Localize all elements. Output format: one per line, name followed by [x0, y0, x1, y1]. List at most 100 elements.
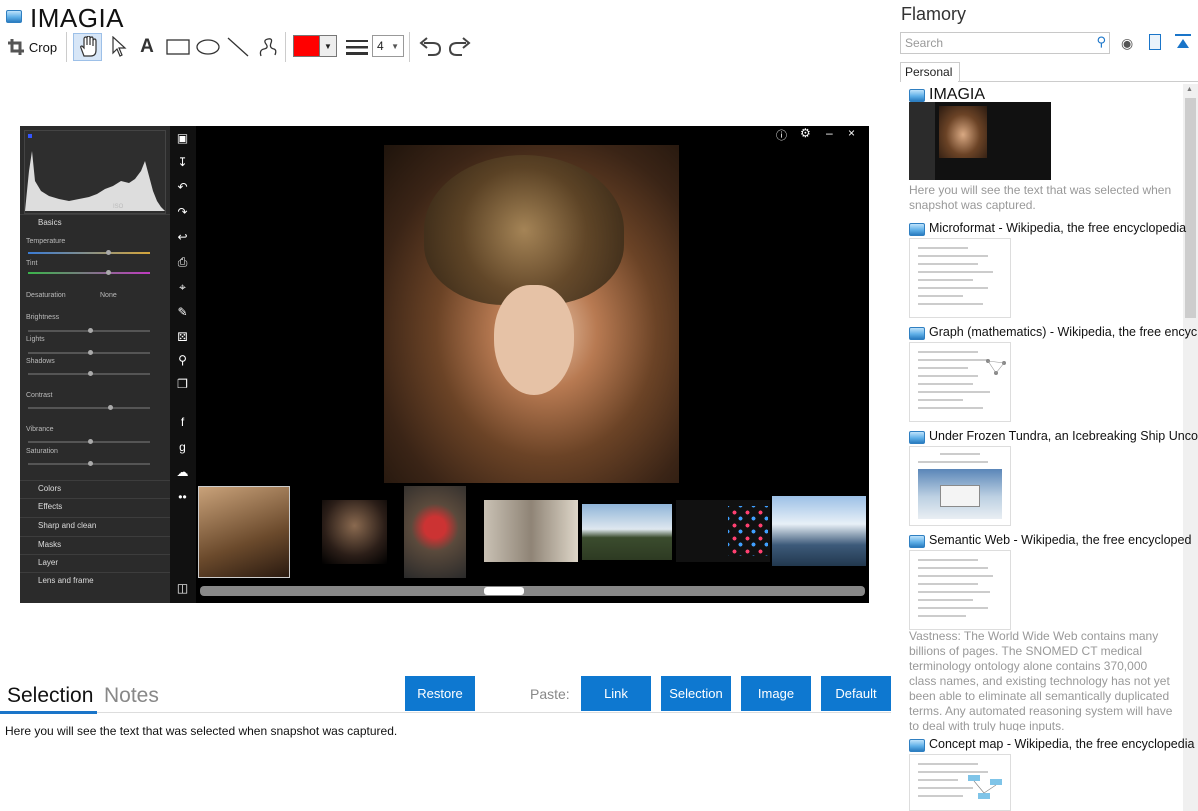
- color-swatch: [294, 36, 320, 56]
- undo-button[interactable]: [416, 33, 444, 61]
- tint-slider[interactable]: [28, 270, 150, 275]
- text-tool-button[interactable]: A: [134, 33, 160, 61]
- section-sharp-and-clean[interactable]: Sharp and clean: [20, 517, 170, 533]
- rectangle-tool-button[interactable]: [165, 33, 191, 61]
- line-width-value: 4: [377, 39, 384, 53]
- brightness-slider[interactable]: [28, 328, 150, 333]
- hand-tool-button[interactable]: [73, 33, 102, 61]
- document-icon[interactable]: [1149, 34, 1161, 50]
- entry-thumbnail: [909, 342, 1011, 422]
- chevron-down-icon: ▼: [391, 41, 399, 51]
- entry-caption: Here you will see the text that was sele…: [909, 183, 1172, 212]
- desaturation-value: None: [100, 292, 117, 299]
- gear-icon: ⚙: [800, 126, 811, 140]
- saturation-slider[interactable]: [28, 461, 150, 466]
- thumbnail[interactable]: [322, 500, 387, 564]
- thumbnail[interactable]: [582, 504, 672, 560]
- app-icon: [6, 10, 22, 23]
- scroll-up-icon[interactable]: ▲: [1186, 86, 1193, 93]
- concept-map-diagram: [968, 775, 1002, 799]
- layers-icon: ❐: [177, 377, 188, 391]
- section-colors[interactable]: Colors: [20, 480, 170, 496]
- temperature-label: Temperature: [26, 238, 66, 245]
- paste-link-button[interactable]: Link: [581, 676, 651, 711]
- crop-label: Crop: [28, 39, 58, 55]
- app-icon: [909, 431, 925, 444]
- section-lens-and-frame[interactable]: Lens and frame: [20, 572, 170, 588]
- paste-selection-button[interactable]: Selection: [661, 676, 731, 711]
- shadows-slider[interactable]: [28, 371, 150, 376]
- redo-icon: [448, 37, 471, 56]
- section-effects[interactable]: Effects: [20, 498, 170, 514]
- line-icon: [227, 37, 249, 57]
- app-icon: [909, 223, 925, 236]
- paste-image-button[interactable]: Image: [741, 676, 811, 711]
- freehand-tool-button[interactable]: [255, 33, 281, 61]
- ellipse-tool-button[interactable]: [195, 33, 221, 61]
- section-masks[interactable]: Masks: [20, 536, 170, 552]
- histogram-graph: [25, 134, 165, 211]
- crop-icon: ⌖: [179, 280, 186, 294]
- chevron-down-icon: ▼: [324, 41, 332, 51]
- undo-icon: [419, 37, 442, 56]
- app-icon: [909, 89, 925, 102]
- pointer-tool-button[interactable]: [106, 33, 132, 61]
- entry-caption: Vastness: The World Wide Web contains ma…: [909, 629, 1173, 731]
- thumbnail[interactable]: [404, 486, 466, 578]
- vibrance-slider[interactable]: [28, 439, 150, 444]
- entry-title: Concept map - Wikipedia, the free encycl…: [929, 737, 1195, 751]
- contrast-slider[interactable]: [28, 405, 150, 410]
- app-title: IMAGIA: [30, 3, 125, 33]
- paste-default-button[interactable]: Default: [821, 676, 891, 711]
- crop-button[interactable]: Crop: [6, 33, 58, 61]
- temperature-slider[interactable]: [28, 250, 150, 255]
- redo-button[interactable]: [446, 33, 474, 61]
- thumbnail-selected[interactable]: [198, 486, 290, 578]
- vertical-scrollbar[interactable]: ▲: [1183, 84, 1198, 811]
- shadows-label: Shadows: [26, 358, 55, 365]
- section-layer[interactable]: Layer: [20, 554, 170, 570]
- zoom-icon: ⚲: [178, 353, 187, 367]
- flickr-icon: ••: [178, 490, 187, 504]
- hand-icon: [79, 36, 97, 57]
- tab-divider: [958, 81, 1198, 82]
- line-width-icon: [346, 40, 368, 55]
- text-tool-glyph: A: [140, 36, 154, 57]
- print-icon: ⎙: [177, 255, 188, 269]
- line-width-select[interactable]: 4 ▼: [372, 35, 404, 57]
- cloud-icon: ☁: [176, 465, 189, 479]
- search-icon[interactable]: ⚲: [1096, 34, 1106, 50]
- restore-button[interactable]: Restore: [405, 676, 475, 711]
- ellipse-icon: [196, 39, 220, 55]
- thumbnail[interactable]: [676, 500, 770, 562]
- search-placeholder: Search: [905, 36, 944, 50]
- line-width-button[interactable]: [344, 33, 370, 61]
- thumbnail-scrollbar[interactable]: [200, 586, 865, 596]
- section-basics[interactable]: Basics: [20, 214, 170, 230]
- tab-underline: [0, 711, 97, 714]
- dice-icon: ⚄: [177, 330, 188, 344]
- collapse-icon[interactable]: [1175, 34, 1191, 50]
- histogram-label: ISO: [113, 204, 124, 210]
- tab-selection[interactable]: Selection: [7, 684, 93, 708]
- tab-personal[interactable]: Personal: [900, 62, 960, 82]
- adjustments-panel: ISO Basics Temperature Tint Desaturation…: [20, 126, 170, 603]
- selected-text: Here you will see the text that was sele…: [5, 724, 398, 738]
- line-tool-button[interactable]: [225, 33, 251, 61]
- thumbnail[interactable]: [772, 496, 866, 566]
- app-icon: [909, 535, 925, 548]
- camera-icon[interactable]: ◉: [1121, 35, 1133, 52]
- close-icon: ×: [848, 126, 856, 140]
- entry-title: Graph (mathematics) - Wikipedia, the fre…: [929, 325, 1198, 339]
- lights-slider[interactable]: [28, 350, 150, 355]
- undo-icon: ↩: [177, 230, 188, 244]
- search-input[interactable]: Search ⚲: [900, 32, 1110, 54]
- scrollbar-thumb[interactable]: [484, 587, 524, 595]
- scrollbar-thumb[interactable]: [1185, 98, 1196, 318]
- facebook-icon: f: [180, 415, 185, 429]
- tab-notes[interactable]: Notes: [104, 684, 159, 708]
- entry-thumbnail: [909, 754, 1011, 811]
- color-picker[interactable]: ▼: [293, 35, 337, 57]
- thumbnail[interactable]: [484, 500, 578, 562]
- app-icon: [909, 327, 925, 340]
